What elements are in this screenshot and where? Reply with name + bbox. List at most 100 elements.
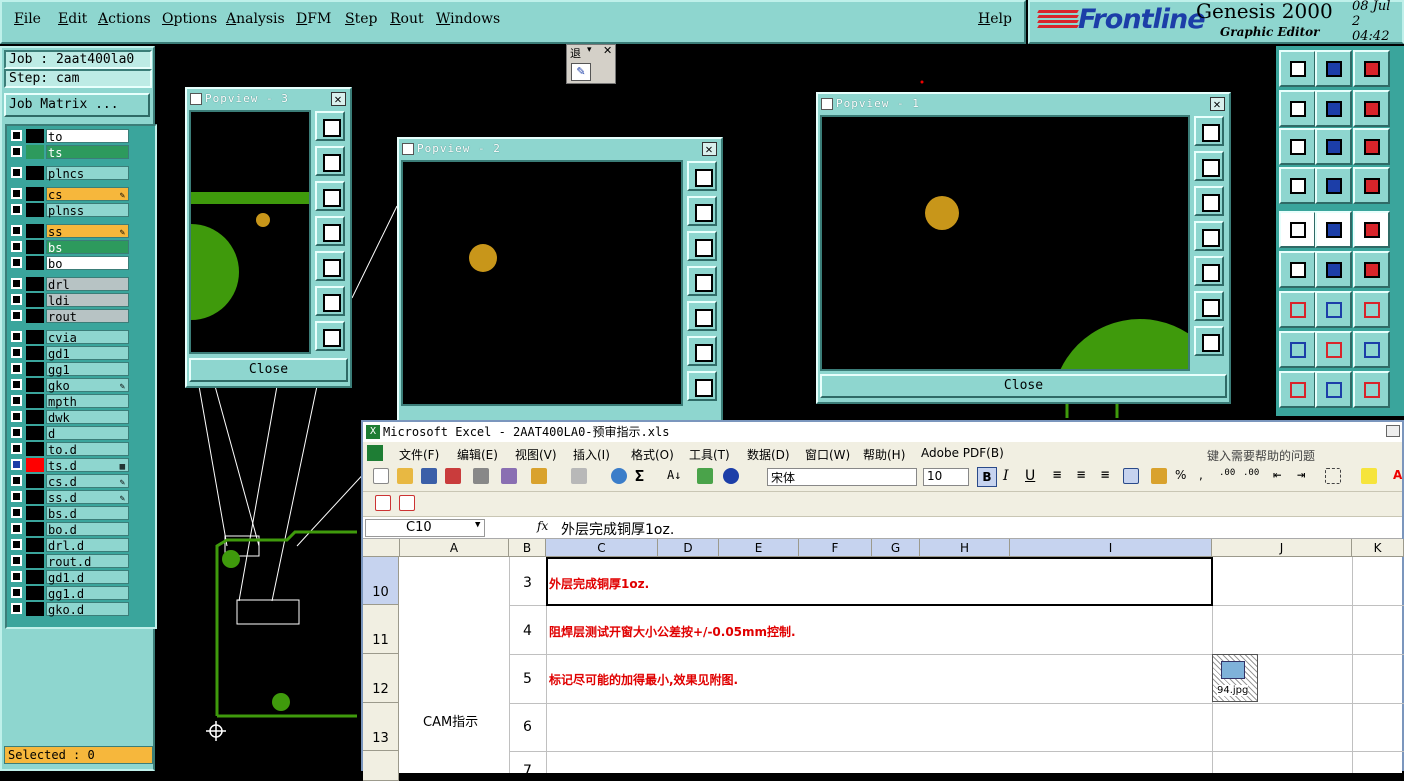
layer-color-swatch[interactable] — [26, 602, 44, 616]
popview-3-titlebar[interactable]: Popview - 3 ✕ — [189, 91, 348, 107]
attachment-object[interactable]: 94.jpg — [1212, 654, 1258, 702]
layer-checkbox[interactable] — [11, 310, 22, 321]
column-header[interactable]: B — [509, 539, 546, 557]
layer-color-swatch[interactable] — [26, 426, 44, 440]
instruction-cell[interactable]: 外层完成铜厚1oz. — [549, 575, 649, 592]
popview-1-close-button[interactable]: Close — [820, 374, 1227, 398]
layer-checkbox[interactable] — [11, 257, 22, 268]
layer-name[interactable]: ss.d ✎ — [46, 490, 129, 505]
layer-color-swatch[interactable] — [26, 474, 44, 488]
layer-name[interactable]: gd1 — [46, 346, 129, 361]
pan-up-button[interactable] — [1194, 151, 1224, 181]
move-up-button[interactable] — [1279, 50, 1316, 87]
xmenu-window[interactable]: 窗口(W) — [805, 446, 850, 463]
layer-row-ldi[interactable]: ldi — [11, 293, 129, 308]
popview-2-view[interactable] — [401, 160, 683, 406]
zoom-out-button[interactable] — [315, 321, 345, 351]
align-center-icon[interactable]: ≡ — [1077, 468, 1093, 484]
align-right-icon[interactable]: ≡ — [1101, 468, 1117, 484]
close-icon[interactable]: ✕ — [331, 92, 346, 106]
layer-checkbox[interactable] — [11, 571, 22, 582]
pan-left-button[interactable] — [1194, 221, 1224, 251]
layer-row-bo-d[interactable]: bo.d — [11, 522, 129, 537]
seq-cell[interactable]: 6 — [523, 719, 532, 735]
zoom-button[interactable] — [687, 161, 717, 191]
pan-left-button[interactable] — [687, 266, 717, 296]
layer-color-swatch[interactable] — [26, 309, 44, 323]
layer-row-dwk[interactable]: dwk — [11, 410, 129, 425]
layer-name[interactable]: cs ✎ — [46, 187, 129, 202]
node-button[interactable] — [1279, 331, 1316, 368]
menu-actions[interactable]: Actions — [98, 11, 151, 27]
layer-checkbox[interactable] — [11, 347, 22, 358]
help-icon[interactable] — [723, 468, 739, 484]
layer-color-swatch[interactable] — [26, 378, 44, 392]
layer-name[interactable]: bs — [46, 240, 129, 255]
layer-row-gg1-d[interactable]: gg1.d — [11, 586, 129, 601]
worksheet-grid[interactable]: A B C D E F G H I J K 10 11 12 13 3 4 5 … — [363, 539, 1404, 781]
layer-row-gd1[interactable]: gd1 — [11, 346, 129, 361]
column-header[interactable]: C — [546, 539, 658, 557]
layer-row-drl[interactable]: drl — [11, 277, 129, 292]
select-all-corner[interactable] — [363, 539, 400, 557]
pan-left-button[interactable] — [315, 216, 345, 246]
layer-checkbox[interactable] — [11, 587, 22, 598]
layer-name[interactable]: to — [46, 129, 129, 144]
column-header[interactable]: I — [1010, 539, 1212, 557]
row-header[interactable] — [363, 751, 399, 781]
job-matrix-button[interactable]: Job Matrix ... — [4, 93, 150, 117]
line-button[interactable] — [1315, 211, 1352, 248]
close-icon[interactable]: ✕ — [603, 44, 612, 57]
layer-name[interactable]: ss ✎ — [46, 224, 129, 239]
currency-icon[interactable] — [1151, 468, 1167, 484]
chart-wizard-icon[interactable] — [697, 468, 713, 484]
tools-button[interactable] — [1279, 167, 1316, 204]
layer-name[interactable]: bo — [46, 256, 129, 271]
layer-color-swatch[interactable] — [26, 240, 44, 254]
layer-row-rout[interactable]: rout — [11, 309, 129, 324]
move-down-button[interactable] — [1315, 50, 1352, 87]
layer-name[interactable]: drl — [46, 277, 129, 292]
rotate-button[interactable] — [1353, 291, 1390, 328]
xmenu-format[interactable]: 格式(O) — [631, 446, 674, 463]
zoom-out-button[interactable] — [687, 371, 717, 401]
menu-dfm[interactable]: DFM — [296, 11, 331, 27]
layer-row-plncs[interactable]: plncs — [11, 166, 129, 181]
popview-3-close-button[interactable]: Close — [189, 358, 348, 382]
pan-down-button[interactable] — [315, 181, 345, 211]
layer-name[interactable]: ts.d ▦ — [46, 458, 129, 473]
layer-row-mpth[interactable]: mpth — [11, 394, 129, 409]
xmenu-view[interactable]: 视图(V) — [515, 446, 557, 463]
layer-color-swatch[interactable] — [26, 277, 44, 291]
seq-cell[interactable]: 5 — [523, 671, 532, 687]
instruction-cell[interactable]: 阻焊层测试开窗大小公差按+/-0.05mm控制. — [549, 623, 796, 640]
merge-center-icon[interactable] — [1123, 468, 1139, 484]
xmenu-edit[interactable]: 编辑(E) — [457, 446, 498, 463]
layer-checkbox[interactable] — [11, 411, 22, 422]
layer-row-ss-d[interactable]: ss.d ✎ — [11, 490, 129, 505]
help-search-input[interactable]: 键入需要帮助的问题 — [1203, 446, 1403, 466]
layer-checkbox[interactable] — [11, 278, 22, 289]
zoom-button[interactable] — [315, 111, 345, 141]
layer-color-swatch[interactable] — [26, 187, 44, 201]
layer-checkbox[interactable] — [11, 427, 22, 438]
column-header[interactable]: D — [658, 539, 719, 557]
layer-color-swatch[interactable] — [26, 554, 44, 568]
layer-name[interactable]: plnss — [46, 203, 129, 218]
column-header[interactable]: G — [872, 539, 920, 557]
layer-name[interactable]: plncs — [46, 166, 129, 181]
center-button[interactable] — [1315, 128, 1352, 165]
layer-checkbox[interactable] — [11, 146, 22, 157]
undo-icon[interactable] — [571, 468, 587, 484]
layer-color-swatch[interactable] — [26, 586, 44, 600]
fit-box-button[interactable] — [1353, 331, 1390, 368]
layer-name[interactable]: cs.d ✎ — [46, 474, 129, 489]
layer-color-swatch[interactable] — [26, 506, 44, 520]
seq-cell[interactable]: 3 — [523, 575, 532, 591]
layer-name[interactable]: d — [46, 426, 129, 441]
popview-3-view[interactable] — [143, 110, 311, 354]
align-left-icon[interactable]: ≡ — [1053, 468, 1069, 484]
popview-2-titlebar[interactable]: Popview - 2 ✕ — [401, 141, 719, 157]
layer-checkbox[interactable] — [11, 167, 22, 178]
layer-row-d[interactable]: d — [11, 426, 129, 441]
